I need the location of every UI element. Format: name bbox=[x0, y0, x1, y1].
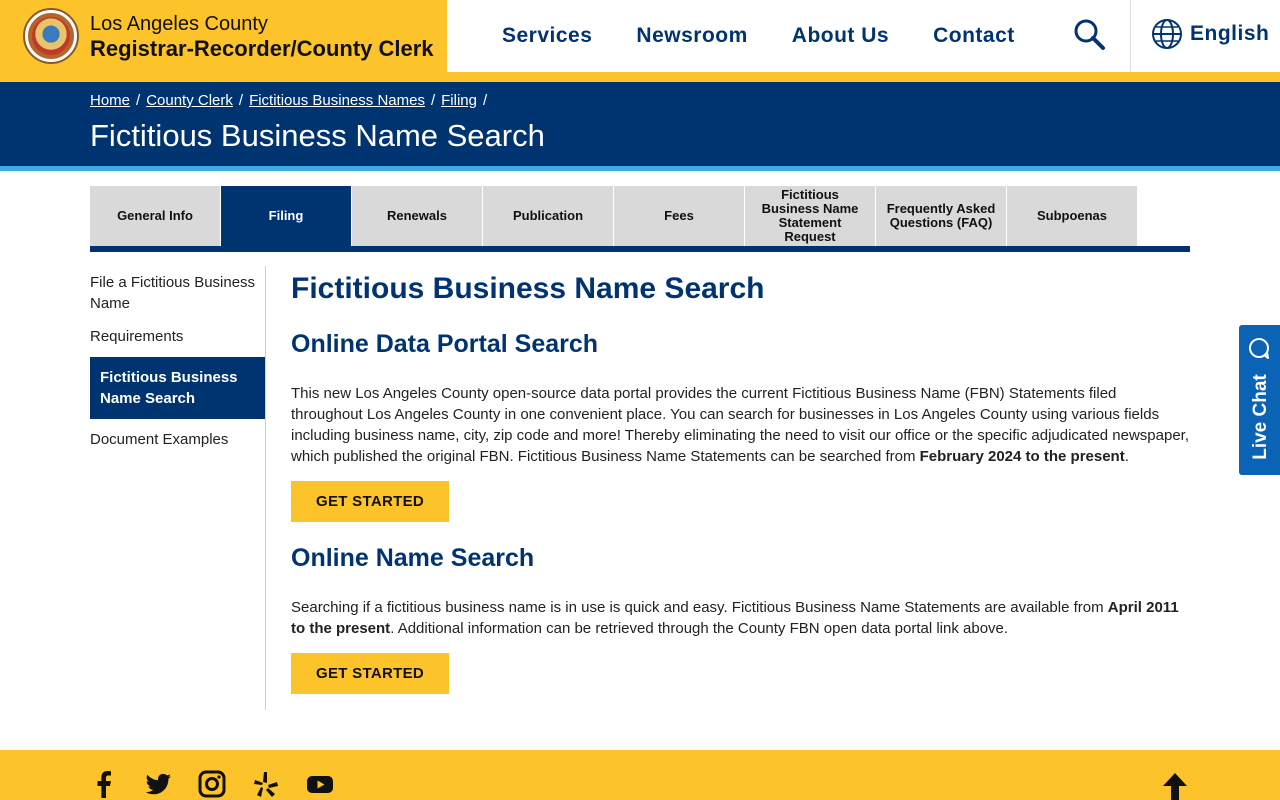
brand-block[interactable]: Los Angeles County Registrar-Recorder/Co… bbox=[0, 0, 447, 72]
tab-faq[interactable]: Frequently Asked Questions (FAQ) bbox=[876, 186, 1006, 246]
nav-about-us[interactable]: About Us bbox=[792, 24, 889, 48]
section-title-data-portal: Online Data Portal Search bbox=[291, 330, 599, 358]
page-header-band: Home / County Clerk / Fictitious Business … bbox=[0, 82, 1280, 166]
instagram-icon[interactable] bbox=[198, 770, 238, 798]
sidenav-file-fbn[interactable]: File a Fictitious Business Name bbox=[90, 266, 265, 320]
text-run: . Additional information can be retrieve… bbox=[390, 620, 1009, 637]
site-header: Los Angeles County Registrar-Recorder/Co… bbox=[0, 0, 1280, 72]
tab-filing[interactable]: Filing bbox=[221, 186, 351, 246]
county-seal-logo bbox=[23, 8, 79, 64]
tab-fbn-statement-request[interactable]: Fictitious Business Name Statement Reque… bbox=[745, 186, 875, 246]
tab-fees[interactable]: Fees bbox=[614, 186, 744, 246]
language-label: English bbox=[1190, 22, 1270, 45]
nav-services[interactable]: Services bbox=[502, 24, 592, 48]
twitter-icon[interactable] bbox=[144, 770, 184, 798]
language-selector[interactable]: English bbox=[1130, 0, 1280, 72]
text-run: Searching if a fictitious business name … bbox=[291, 599, 1108, 616]
breadcrumb-filing[interactable]: Filing bbox=[441, 92, 477, 109]
globe-icon bbox=[1151, 18, 1183, 50]
tab-general-info[interactable]: General Info bbox=[90, 186, 220, 246]
search-icon[interactable] bbox=[1070, 16, 1110, 56]
back-to-top-arrow-icon[interactable] bbox=[1162, 772, 1188, 800]
text-run-bold: February 2024 to the present bbox=[919, 448, 1125, 465]
live-chat-button[interactable]: Live Chat bbox=[1239, 325, 1280, 475]
get-started-name-search-button[interactable]: GET STARTED bbox=[291, 653, 449, 694]
facebook-icon[interactable] bbox=[90, 770, 130, 798]
main-nav: Services Newsroom About Us Contact bbox=[480, 0, 1037, 72]
sidenav-requirements[interactable]: Requirements bbox=[90, 320, 265, 353]
breadcrumb-separator: / bbox=[238, 92, 244, 109]
org-name-line1: Los Angeles County bbox=[90, 13, 268, 35]
yelp-icon[interactable] bbox=[252, 770, 292, 798]
breadcrumb-fictitious-business-names[interactable]: Fictitious Business Names bbox=[249, 92, 425, 109]
sidenav-document-examples[interactable]: Document Examples bbox=[90, 423, 265, 456]
section-text-data-portal: This new Los Angeles County open-source … bbox=[291, 383, 1190, 467]
breadcrumb-separator: / bbox=[136, 92, 141, 109]
nav-contact[interactable]: Contact bbox=[933, 24, 1015, 48]
chat-bubble-icon bbox=[1248, 337, 1270, 359]
page-title: Fictitious Business Name Search bbox=[90, 118, 545, 153]
side-nav: File a Fictitious Business Name Requirem… bbox=[90, 266, 266, 710]
breadcrumb-home[interactable]: Home bbox=[90, 92, 130, 109]
hero-accent-stripe bbox=[0, 166, 1280, 171]
get-started-data-portal-button[interactable]: GET STARTED bbox=[291, 481, 449, 522]
text-run: . bbox=[1124, 448, 1129, 465]
sidenav-fbn-search[interactable]: Fictitious Business Name Search bbox=[90, 357, 265, 419]
org-name-line2: Registrar-Recorder/County Clerk bbox=[90, 36, 434, 61]
breadcrumb-separator: / bbox=[430, 92, 436, 109]
section-tabs: General Info Filing Renewals Publication… bbox=[90, 186, 1137, 246]
site-footer bbox=[0, 750, 1280, 800]
breadcrumb-county-clerk[interactable]: County Clerk bbox=[146, 92, 233, 109]
section-title-name-search: Online Name Search bbox=[291, 544, 535, 572]
tab-subpoenas[interactable]: Subpoenas bbox=[1007, 186, 1137, 246]
tab-renewals[interactable]: Renewals bbox=[352, 186, 482, 246]
breadcrumb: Home / County Clerk / Fictitious Business … bbox=[90, 92, 487, 109]
content-heading: Fictitious Business Name Search bbox=[291, 272, 765, 305]
nav-newsroom[interactable]: Newsroom bbox=[636, 24, 747, 48]
youtube-icon[interactable] bbox=[306, 770, 346, 798]
section-text-name-search: Searching if a fictitious business name … bbox=[291, 597, 1190, 639]
breadcrumb-separator: / bbox=[483, 92, 488, 109]
tab-publication[interactable]: Publication bbox=[483, 186, 613, 246]
header-accent-bar bbox=[0, 72, 1280, 82]
main-content: Fictitious Business Name Search Online D… bbox=[291, 266, 1190, 694]
live-chat-label: Live Chat bbox=[1250, 374, 1271, 460]
social-links bbox=[90, 770, 346, 798]
tabs-underline bbox=[90, 246, 1190, 252]
